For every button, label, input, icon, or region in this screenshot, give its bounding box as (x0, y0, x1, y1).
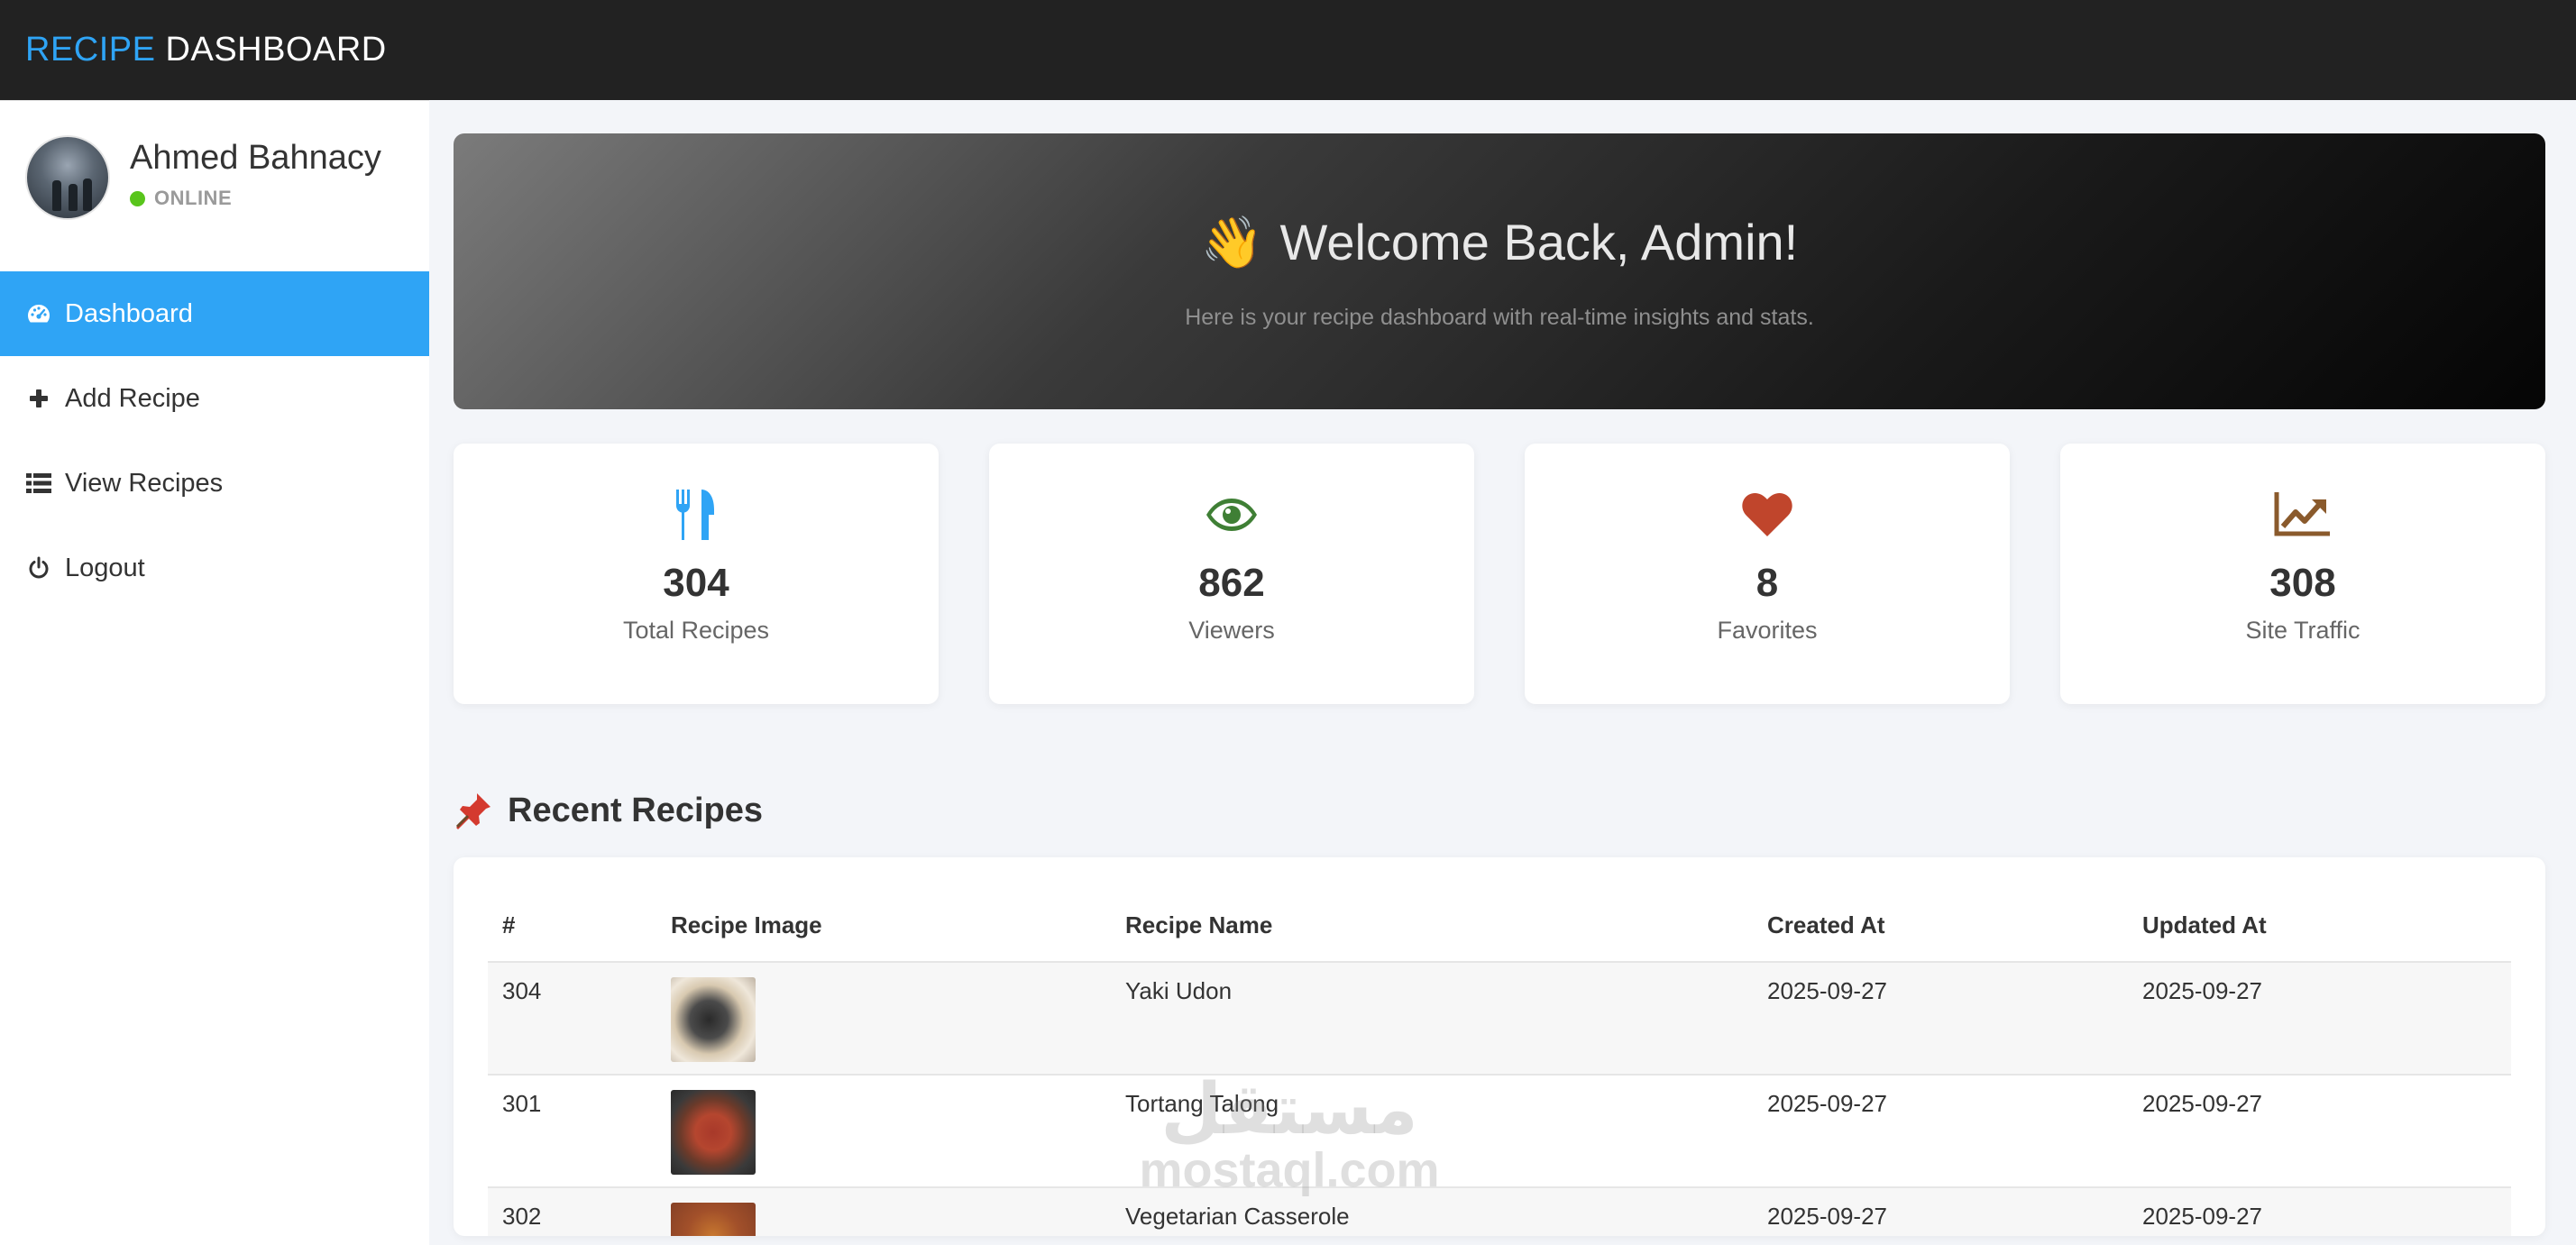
cell-id: 304 (488, 962, 656, 1076)
column-header: Recipe Name (1111, 890, 1753, 963)
avatar-figure (69, 184, 78, 211)
sidebar-item-dashboard[interactable]: Dashboard (0, 271, 429, 356)
profile-name: Ahmed Bahnacy (130, 139, 381, 177)
sidebar-item-label: Dashboard (65, 298, 193, 328)
recent-recipes-heading: Recent Recipes (454, 791, 2545, 830)
cell-image (656, 1075, 1111, 1188)
waving-hand-icon: 👋 (1200, 213, 1264, 270)
sidebar-item-add-recipe[interactable]: Add Recipe (0, 356, 429, 441)
stat-value: 8 (1756, 561, 1779, 605)
eye-icon (1205, 485, 1259, 545)
heart-icon (1741, 485, 1793, 545)
sidebar-nav: Dashboard Add Recipe View Recipes Logout (0, 271, 429, 610)
cell-updated: 2025-09-27 (2128, 962, 2511, 1076)
stat-value: 308 (2269, 561, 2336, 605)
cell-created: 2025-09-27 (1753, 1187, 2128, 1236)
table-row[interactable]: 304 Yaki Udon 2025-09-27 2025-09-27 (488, 962, 2511, 1076)
cell-updated: 2025-09-27 (2128, 1075, 2511, 1188)
cell-updated: 2025-09-27 (2128, 1187, 2511, 1236)
status-badge: ONLINE (130, 187, 381, 210)
sidebar-item-label: Logout (65, 553, 145, 582)
brand-logo[interactable]: RECIPE DASHBOARD (25, 31, 387, 69)
stat-value: 862 (1198, 561, 1265, 605)
recent-recipes-title: Recent Recipes (508, 791, 764, 829)
avatar-figure (52, 180, 61, 211)
stat-label: Total Recipes (622, 617, 770, 644)
recent-recipes-table: # Recipe Image Recipe Name Created At Up… (488, 890, 2511, 1236)
online-dot-icon (130, 190, 145, 206)
utensils-icon (674, 485, 718, 545)
list-icon (25, 470, 52, 497)
cell-id: 302 (488, 1187, 656, 1236)
recipe-thumbnail[interactable] (671, 1203, 756, 1236)
top-bar: RECIPE DASHBOARD (0, 0, 2576, 100)
sidebar-item-label: View Recipes (65, 468, 224, 498)
column-header: Recipe Image (656, 890, 1111, 963)
sidebar: Ahmed Bahnacy ONLINE Dashboard Add Recip… (0, 100, 429, 1245)
pushpin-icon (454, 791, 493, 830)
avatar (25, 135, 110, 220)
column-header: # (488, 890, 656, 963)
stat-label: Site Traffic (2245, 617, 2361, 644)
cell-name: Tortang Talong (1111, 1075, 1753, 1188)
cell-name: Vegetarian Casserole (1111, 1187, 1753, 1236)
chart-line-icon (2274, 485, 2332, 545)
stat-card-total-recipes: 304 Total Recipes (454, 444, 939, 704)
table-row[interactable]: 302 Vegetarian Casserole 2025-09-27 2025… (488, 1187, 2511, 1236)
recent-recipes-table-card: # Recipe Image Recipe Name Created At Up… (454, 857, 2545, 1236)
power-icon (25, 554, 52, 581)
welcome-subtitle: Here is your recipe dashboard with real-… (1185, 304, 1814, 330)
welcome-title: 👋 Welcome Back, Admin! (1201, 213, 1798, 272)
main-content: 👋 Welcome Back, Admin! Here is your reci… (454, 133, 2545, 1236)
cell-id: 301 (488, 1075, 656, 1188)
cell-image (656, 962, 1111, 1076)
column-header: Updated At (2128, 890, 2511, 963)
stats-row: 304 Total Recipes 862 Viewers 8 Favorite… (454, 444, 2545, 704)
sidebar-item-label: Add Recipe (65, 383, 200, 413)
stat-value: 304 (663, 561, 729, 605)
recipe-thumbnail[interactable] (671, 1090, 756, 1175)
plus-icon (25, 385, 52, 412)
cell-created: 2025-09-27 (1753, 962, 2128, 1076)
avatar-figure (83, 179, 92, 211)
stat-card-favorites: 8 Favorites (1525, 444, 2010, 704)
stat-card-viewers: 862 Viewers (989, 444, 1474, 704)
dashboard-gauge-icon (25, 300, 52, 327)
cell-name: Yaki Udon (1111, 962, 1753, 1076)
welcome-title-text: Welcome Back, Admin! (1279, 214, 1799, 270)
table-row[interactable]: 301 Tortang Talong 2025-09-27 2025-09-27 (488, 1075, 2511, 1188)
status-text: ONLINE (154, 187, 233, 209)
user-profile: Ahmed Bahnacy ONLINE (25, 135, 381, 220)
table-header-row: # Recipe Image Recipe Name Created At Up… (488, 890, 2511, 963)
brand-accent: RECIPE (25, 31, 156, 69)
sidebar-item-view-recipes[interactable]: View Recipes (0, 441, 429, 526)
recipe-thumbnail[interactable] (671, 977, 756, 1062)
column-header: Created At (1753, 890, 2128, 963)
welcome-banner: 👋 Welcome Back, Admin! Here is your reci… (454, 133, 2545, 409)
sidebar-item-logout[interactable]: Logout (0, 526, 429, 610)
brand-rest: DASHBOARD (155, 31, 387, 69)
stat-label: Viewers (1188, 617, 1275, 644)
stat-card-site-traffic: 308 Site Traffic (2060, 444, 2545, 704)
stat-label: Favorites (1717, 617, 1818, 644)
cell-image (656, 1187, 1111, 1236)
cell-created: 2025-09-27 (1753, 1075, 2128, 1188)
